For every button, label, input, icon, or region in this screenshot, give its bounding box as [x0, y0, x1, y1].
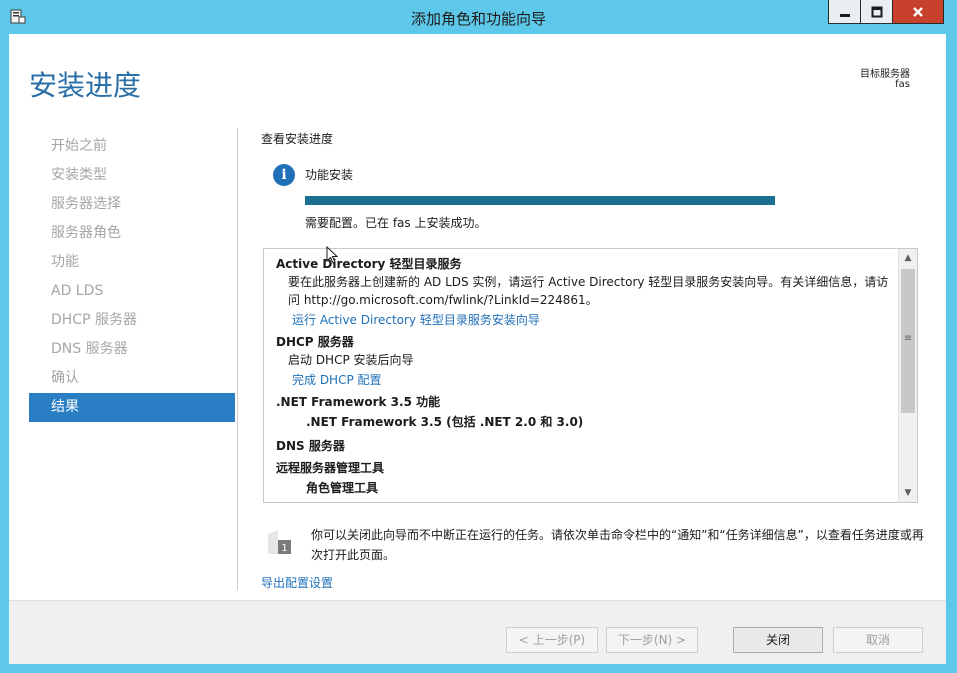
- nav-item-server-roles[interactable]: 服务器角色: [29, 219, 235, 248]
- wizard-content: 安装进度 目标服务器 fas 开始之前 安装类型 服务器选择 服务器角色 功能 …: [9, 34, 946, 664]
- run-adlds-wizard-link[interactable]: 运行 Active Directory 轻型目录服务安装向导: [276, 309, 896, 333]
- result-adlds-text: 要在此服务器上创建新的 AD LDS 实例，请运行 Active Directo…: [288, 275, 889, 307]
- results-list-content: Active Directory 轻型目录服务 要在此服务器上创建新的 AD L…: [276, 255, 896, 499]
- nav-item-confirmation[interactable]: 确认: [29, 364, 235, 393]
- results-list-box[interactable]: Active Directory 轻型目录服务 要在此服务器上创建新的 AD L…: [263, 248, 918, 503]
- feature-installation-label: 功能安装: [305, 168, 354, 182]
- cancel-button[interactable]: 取消: [833, 627, 923, 653]
- window-title: 添加角色和功能向导: [410, 10, 546, 28]
- nav-item-before-you-begin[interactable]: 开始之前: [29, 132, 235, 161]
- minimize-icon: [839, 13, 850, 17]
- close-icon: [913, 6, 923, 17]
- result-netfx-sub: .NET Framework 3.5 (包括 .NET 2.0 和 3.0): [306, 415, 584, 429]
- result-rsat-title: 远程服务器管理工具: [276, 461, 385, 475]
- nav-item-dns-server[interactable]: DNS 服务器: [29, 335, 235, 364]
- complete-dhcp-config-link[interactable]: 完成 DHCP 配置: [276, 369, 896, 393]
- mouse-cursor-icon: [326, 246, 338, 264]
- scroll-down-icon[interactable]: ▼: [899, 484, 917, 502]
- result-rsat-sub: 角色管理工具: [306, 481, 379, 495]
- scroll-up-icon[interactable]: ▲: [899, 249, 917, 267]
- result-dhcp-title: DHCP 服务器: [276, 335, 354, 349]
- close-window-button[interactable]: [892, 0, 944, 24]
- nav-item-dhcp-server[interactable]: DHCP 服务器: [29, 306, 235, 335]
- wizard-footer: < 上一步(P) 下一步(N) > 关闭 取消: [9, 600, 946, 664]
- notification-flag-icon: 1: [268, 530, 291, 554]
- installation-status-message: 需要配置。已在 fas 上安装成功。: [305, 216, 487, 230]
- result-adlds-title: Active Directory 轻型目录服务: [276, 257, 462, 271]
- target-server-name: fas: [895, 79, 910, 90]
- info-icon: i: [273, 164, 295, 186]
- nav-item-server-selection[interactable]: 服务器选择: [29, 190, 235, 219]
- nav-divider: [237, 128, 238, 590]
- maximize-button[interactable]: [860, 0, 892, 24]
- results-scrollbar[interactable]: ▲ ≡ ▼: [898, 249, 917, 502]
- result-dhcp-text: 启动 DHCP 安装后向导: [288, 353, 414, 367]
- result-netfx-title: .NET Framework 3.5 功能: [276, 395, 441, 409]
- next-button[interactable]: 下一步(N) >: [606, 627, 698, 653]
- wizard-steps-nav: 开始之前 安装类型 服务器选择 服务器角色 功能 AD LDS DHCP 服务器…: [29, 132, 235, 422]
- nav-item-results[interactable]: 结果: [29, 393, 235, 422]
- scrollbar-grip-icon: ≡: [903, 333, 913, 344]
- close-button[interactable]: 关闭: [733, 627, 823, 653]
- nav-item-installation-type[interactable]: 安装类型: [29, 161, 235, 190]
- wizard-window: 添加角色和功能向导 安装进度 目标服务器 fas 开始之前 安装类型 服务器选择…: [0, 0, 957, 673]
- target-server-label: 目标服务器: [860, 69, 910, 80]
- result-dns-title: DNS 服务器: [276, 439, 345, 453]
- svg-text:1: 1: [281, 543, 287, 554]
- progress-bar-fill: [305, 196, 775, 205]
- installation-progress-bar: [305, 196, 775, 205]
- close-wizard-note: 你可以关闭此向导而不中断正在运行的任务。请依次单击命令栏中的“通知”和“任务详细…: [311, 528, 924, 562]
- nav-item-features[interactable]: 功能: [29, 248, 235, 277]
- export-configuration-link[interactable]: 导出配置设置: [261, 574, 333, 591]
- previous-button[interactable]: < 上一步(P): [506, 627, 598, 653]
- nav-item-ad-lds[interactable]: AD LDS: [29, 277, 235, 306]
- page-title: 安装进度: [29, 69, 142, 102]
- view-progress-label: 查看安装进度: [261, 132, 334, 146]
- minimize-button[interactable]: [828, 0, 860, 24]
- title-bar[interactable]: 添加角色和功能向导: [0, 0, 957, 34]
- scrollbar-thumb[interactable]: ≡: [901, 269, 915, 413]
- maximize-icon: [871, 6, 882, 17]
